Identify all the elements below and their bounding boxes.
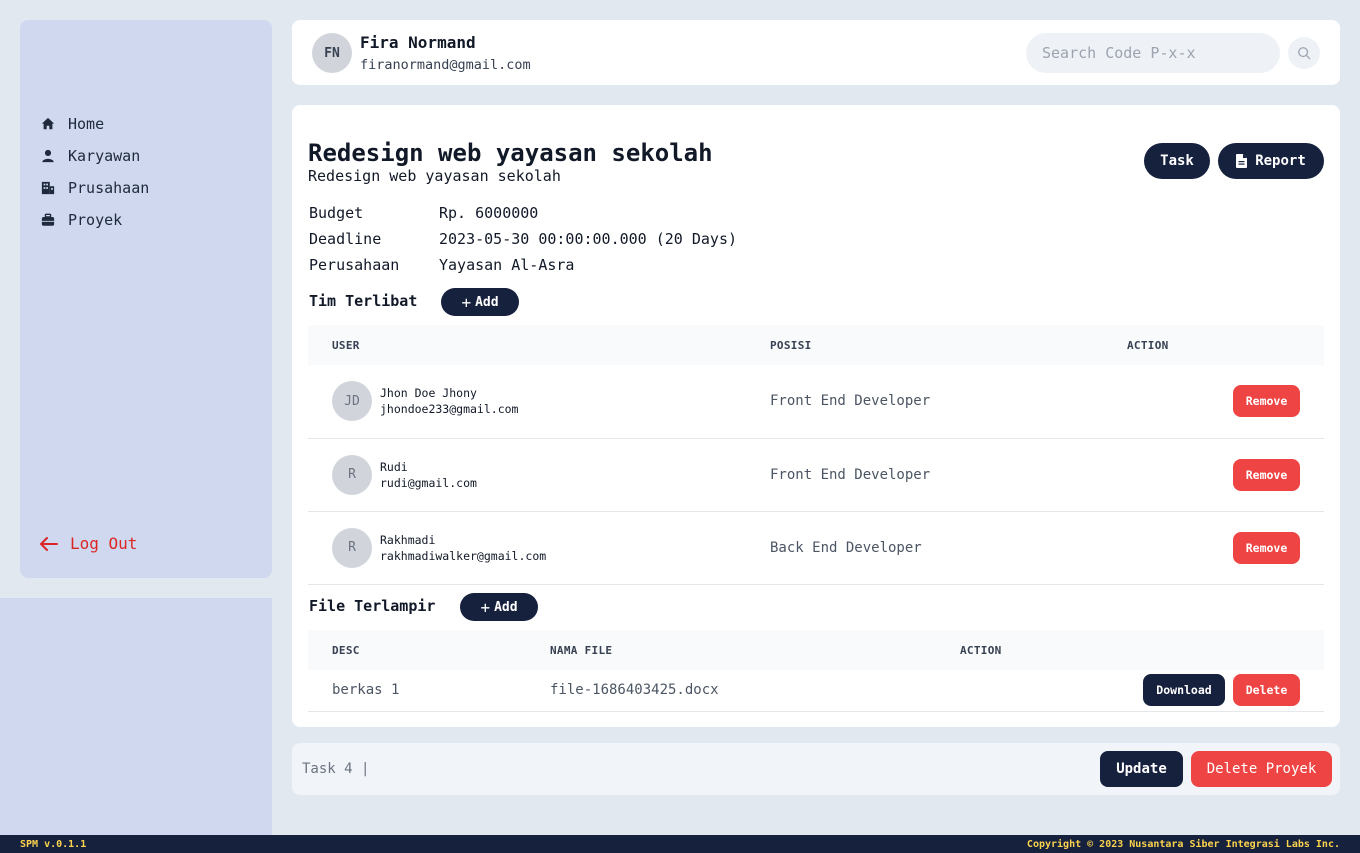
delete-project-button[interactable]: Delete Proyek xyxy=(1191,751,1332,787)
search-icon xyxy=(1297,46,1311,60)
search-button[interactable] xyxy=(1288,37,1320,69)
table-row: berkas 1 file-1686403425.docx Download De… xyxy=(308,670,1324,712)
member-name: Rudi xyxy=(380,459,408,474)
info-label: Deadline xyxy=(309,230,382,248)
column-header-user: USER xyxy=(332,338,360,352)
update-button[interactable]: Update xyxy=(1100,751,1183,787)
info-label: Budget xyxy=(309,204,364,222)
add-label: Add xyxy=(494,599,518,615)
download-button[interactable]: Download xyxy=(1143,674,1225,707)
table-header-row: DESC NAMA FILE ACTION xyxy=(308,630,1324,670)
info-perusahaan: Perusahaan Yayasan Al-Asra xyxy=(309,256,574,274)
column-header-action: ACTION xyxy=(960,643,1002,657)
add-file-button[interactable]: + Add xyxy=(460,593,538,621)
remove-button[interactable]: Remove xyxy=(1233,385,1300,418)
plus-icon: + xyxy=(480,597,491,617)
avatar: R xyxy=(332,527,372,568)
page-title: Redesign web yayasan sekolah xyxy=(308,139,713,167)
task-status: Task 4 | xyxy=(302,761,370,777)
avatar: R xyxy=(332,454,372,495)
info-budget: Budget Rp. 6000000 xyxy=(309,204,538,222)
member-name: Jhon Doe Jhony xyxy=(380,386,477,401)
team-section-title: Tim Terlibat xyxy=(309,292,418,310)
sidebar: Home Karyawan Prusahaan Proyek Log Out xyxy=(20,20,272,578)
user-name: Fira Normand xyxy=(360,33,476,52)
building-icon xyxy=(40,180,56,196)
sidebar-item-label: Prusahaan xyxy=(68,179,150,197)
files-table: DESC NAMA FILE ACTION berkas 1 file-1686… xyxy=(308,630,1324,712)
column-header-nama-file: NAMA FILE xyxy=(550,643,613,657)
table-row: R Rakhmadi rakhmadiwalker@gmail.com Back E… xyxy=(308,511,1324,585)
logout-button[interactable]: Log Out xyxy=(40,534,137,553)
info-value: Rp. 6000000 xyxy=(439,204,539,222)
files-section-title: File Terlampir xyxy=(309,597,436,615)
briefcase-icon xyxy=(40,212,56,228)
document-icon xyxy=(1236,154,1248,168)
report-button[interactable]: Report xyxy=(1218,143,1324,179)
sidebar-item-prusahaan[interactable]: Prusahaan xyxy=(40,172,149,204)
info-value: 2023-05-30 00:00:00.000 (20 Days) xyxy=(439,230,738,248)
delete-file-button[interactable]: Delete xyxy=(1233,674,1300,707)
add-label: Add xyxy=(475,294,499,310)
sidebar-item-proyek[interactable]: Proyek xyxy=(40,204,149,236)
footer: SPM v.0.1.1 Copyright © 2023 Nusantara S… xyxy=(0,835,1360,853)
plus-icon: + xyxy=(461,292,472,312)
file-name: file-1686403425.docx xyxy=(550,670,960,712)
search-input[interactable] xyxy=(1026,33,1280,73)
member-position: Front End Developer xyxy=(770,438,1127,512)
add-team-button[interactable]: + Add xyxy=(441,288,519,316)
app-version: SPM v.0.1.1 xyxy=(20,839,87,850)
member-position: Back End Developer xyxy=(770,511,1127,585)
column-header-desc: DESC xyxy=(332,643,360,657)
info-deadline: Deadline 2023-05-30 00:00:00.000 (20 Days… xyxy=(309,230,737,248)
table-header-row: USER POSISI ACTION xyxy=(308,325,1324,365)
copyright: Copyright © 2023 Nusantara Siber Integra… xyxy=(1026,839,1340,850)
member-email: rudi@gmail.com xyxy=(380,475,477,490)
remove-button[interactable]: Remove xyxy=(1233,458,1300,491)
home-icon xyxy=(40,116,56,132)
table-row: JD Jhon Doe Jhony jhondoe233@gmail.com Fro… xyxy=(308,365,1324,439)
sidebar-item-label: Proyek xyxy=(68,211,123,229)
member-name: Rakhmadi xyxy=(380,532,436,547)
logout-label: Log Out xyxy=(70,534,138,553)
sidebar-background-extension xyxy=(0,598,272,835)
project-detail-card: Redesign web yayasan sekolah Redesign we… xyxy=(292,105,1340,727)
user-email: firanormand@gmail.com xyxy=(360,57,531,73)
sidebar-item-home[interactable]: Home xyxy=(40,108,149,140)
bottom-action-bar: Task 4 | Update Delete Proyek xyxy=(292,743,1340,795)
info-value: Yayasan Al-Asra xyxy=(439,256,575,274)
member-position: Front End Developer xyxy=(770,365,1127,439)
member-email: jhondoe233@gmail.com xyxy=(380,402,519,417)
member-email: rakhmadiwalker@gmail.com xyxy=(380,548,547,563)
team-table: USER POSISI ACTION JD Jhon Doe Jhony jhond… xyxy=(308,325,1324,585)
file-desc: berkas 1 xyxy=(308,670,550,712)
avatar: JD xyxy=(332,381,372,422)
remove-button[interactable]: Remove xyxy=(1233,531,1300,564)
sidebar-item-label: Karyawan xyxy=(68,147,141,165)
sidebar-item-karyawan[interactable]: Karyawan xyxy=(40,140,149,172)
page-subtitle: Redesign web yayasan sekolah xyxy=(308,167,561,185)
top-header: FN Fira Normand firanormand@gmail.com xyxy=(292,20,1340,85)
column-header-posisi: POSISI xyxy=(770,338,812,352)
info-label: Perusahaan xyxy=(309,256,400,274)
arrow-left-icon xyxy=(40,536,58,551)
avatar: FN xyxy=(312,33,352,73)
column-header-action: ACTION xyxy=(1127,338,1169,352)
sidebar-nav: Home Karyawan Prusahaan Proyek xyxy=(40,108,149,236)
sidebar-item-label: Home xyxy=(68,115,105,133)
report-label: Report xyxy=(1255,153,1306,169)
table-row: R Rudi rudi@gmail.com Front End Developer … xyxy=(308,438,1324,512)
user-icon xyxy=(40,148,56,164)
task-button[interactable]: Task xyxy=(1144,143,1210,179)
